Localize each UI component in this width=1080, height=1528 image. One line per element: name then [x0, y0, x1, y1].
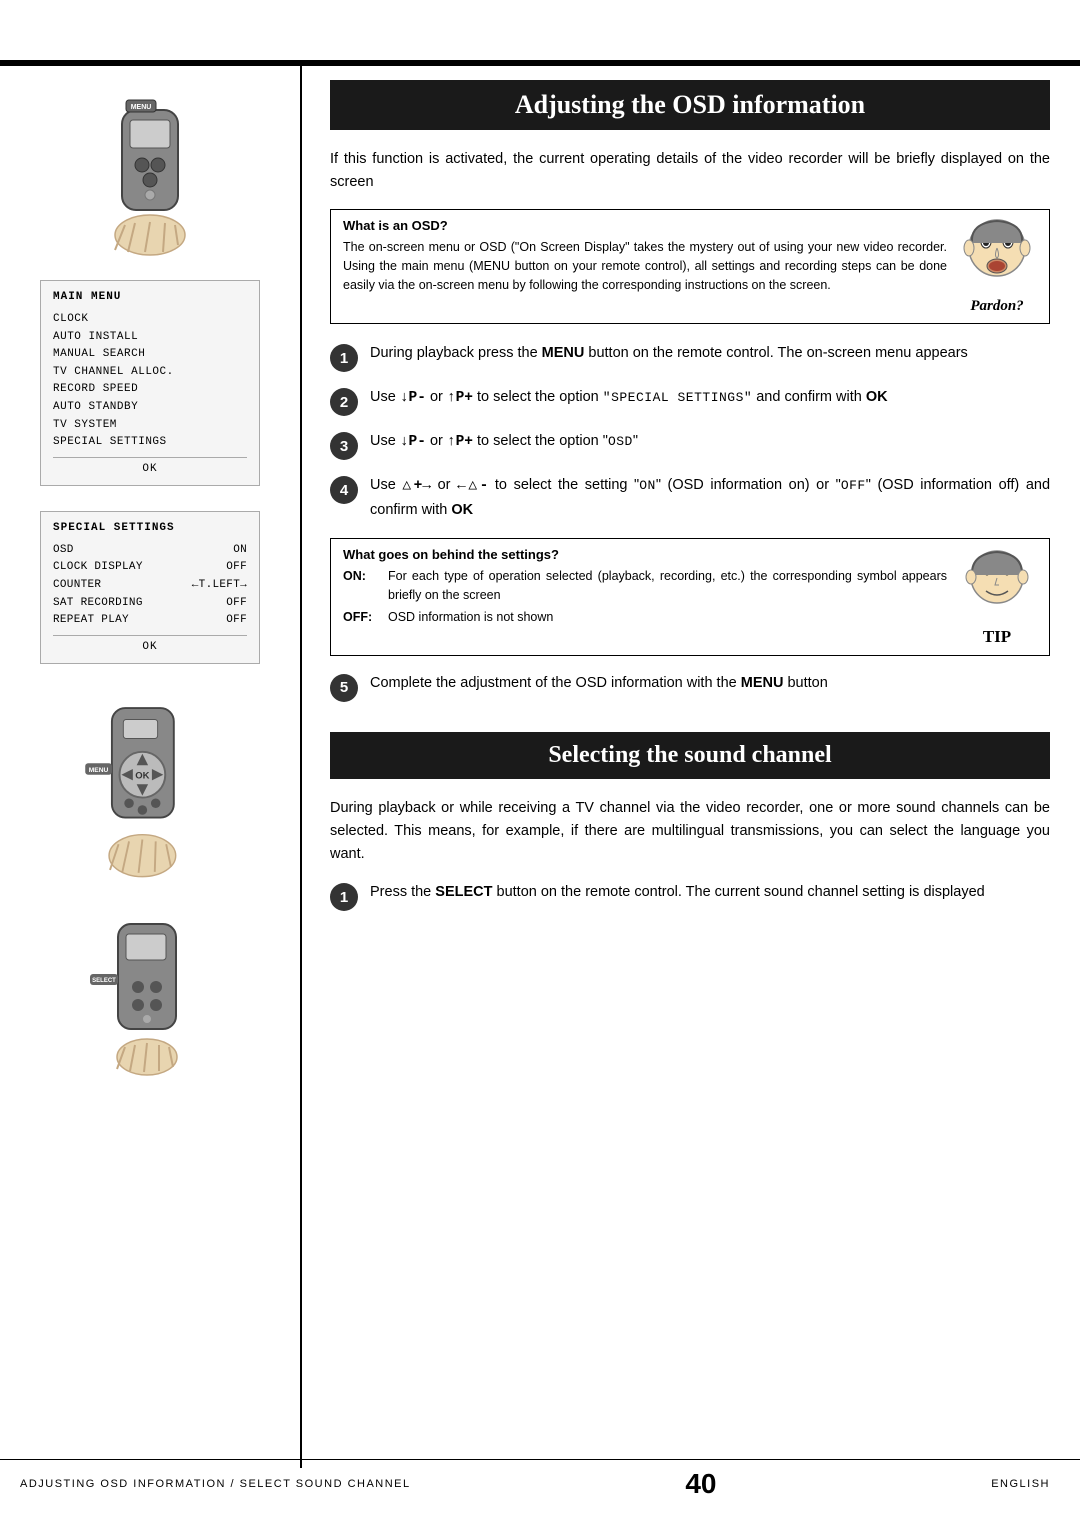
tip-off-text: OSD information is not shown [388, 608, 947, 627]
step-number-4: 4 [330, 476, 358, 504]
off-mono: OFF [841, 478, 866, 493]
setting-label-osd: OSD [53, 542, 74, 560]
step-number-1: 1 [330, 344, 358, 372]
setting-label-counter: COUNTER [53, 577, 101, 595]
remote-menu-illustration: MENU MENU [15, 80, 285, 260]
osd-info-title: What is an OSD? [343, 218, 947, 233]
pardon-label: Pardon? [970, 298, 1023, 315]
step-5: 5 Complete the adjustment of the OSD inf… [330, 672, 1050, 702]
tip-content: What goes on behind the settings? ON: Fo… [343, 547, 947, 631]
step-2-text: Use ↓P- or ↑P+ to select the option "SPE… [370, 386, 888, 410]
osd-info-text: The on-screen menu or OSD ("On Screen Di… [343, 238, 947, 294]
footer-page-number: 40 [685, 1468, 716, 1500]
step-4: 4 Use △+→ or ←△- to select the setting "… [330, 474, 1050, 521]
menu-item-auto-standby: AUTO STANDBY [53, 399, 247, 417]
setting-value-counter: ←T.LEFT→ [192, 577, 247, 595]
svg-text:MENU: MENU [89, 767, 109, 774]
setting-value-sat: OFF [226, 595, 247, 613]
footer-left-text: Adjusting OSD information / Select Sound… [20, 1478, 411, 1490]
main-content: Adjusting the OSD information If this fu… [300, 60, 1080, 945]
step-2: 2 Use ↓P- or ↑P+ to select the option "S… [330, 386, 1050, 416]
tip-off-label: OFF: [343, 608, 378, 627]
page: MENU MENU MAIN MENU CLOCK [0, 0, 1080, 1528]
pardon-figure: Pardon? [957, 218, 1037, 315]
step-number-3: 3 [330, 432, 358, 460]
section1-title: Adjusting the OSD information [330, 80, 1050, 130]
step-1: 1 During playback press the MENU button … [330, 342, 1050, 372]
setting-row-counter: COUNTER ←T.LEFT→ [53, 577, 247, 595]
menu-ok-2: OK [53, 641, 247, 653]
arrow-p-down: ↓P- [400, 390, 426, 406]
menu-bold-1: MENU [542, 345, 585, 361]
menu-item-tv-channel: TV CHANNEL ALLOC. [53, 364, 247, 382]
step-3: 3 Use ↓P- or ↑P+ to select the option "O… [330, 430, 1050, 460]
tip-off-entry: OFF: OSD information is not shown [343, 608, 947, 627]
left-sidebar: MENU MENU MAIN MENU CLOCK [0, 60, 300, 1119]
tip-title: What goes on behind the settings? [343, 547, 947, 562]
tip-on-entry: ON: For each type of operation selected … [343, 567, 947, 605]
step-number-5: 5 [330, 674, 358, 702]
footer-right-text: English [991, 1478, 1050, 1490]
special-settings-mono: "SPECIAL SETTINGS" [603, 390, 752, 405]
tip-on-text: For each type of operation selected (pla… [388, 567, 947, 605]
menu-item-record-speed: RECORD SPEED [53, 381, 247, 399]
menu-item-special-settings: SPECIAL SETTINGS [53, 434, 247, 452]
setting-value-osd: ON [233, 542, 247, 560]
menu-item-manual-search: MANUAL SEARCH [53, 346, 247, 364]
ok-bold-1: OK [866, 389, 888, 405]
setting-row-osd: OSD ON [53, 542, 247, 560]
setting-label-clock: CLOCK DISPLAY [53, 559, 143, 577]
on-mono: ON [639, 478, 656, 493]
step-1-text: During playback press the MENU button on… [370, 342, 968, 365]
tip-figure: TIP [957, 547, 1037, 647]
menu-ok-1: OK [53, 463, 247, 475]
setting-row-clock: CLOCK DISPLAY OFF [53, 559, 247, 577]
select-bold: SELECT [435, 884, 492, 900]
arrow-p-up: ↑P+ [447, 390, 473, 406]
setting-label-sat: SAT RECORDING [53, 595, 143, 613]
osd-info-content: What is an OSD? The on-screen menu or OS… [343, 218, 947, 294]
step-5-text: Complete the adjustment of the OSD infor… [370, 672, 828, 695]
special-settings-box: SPECIAL SETTINGS OSD ON CLOCK DISPLAY OF… [40, 511, 260, 664]
footer: Adjusting OSD information / Select Sound… [0, 1459, 1080, 1508]
osd-mono: OSD [608, 434, 633, 449]
main-menu-box: MAIN MENU CLOCK AUTO INSTALL MANUAL SEAR… [40, 280, 260, 486]
menu-bold-2: MENU [741, 675, 784, 691]
menu-item-tv-system: TV SYSTEM [53, 417, 247, 435]
main-menu-title: MAIN MENU [53, 291, 247, 303]
remote-ok-illustration: OK MENU [15, 689, 285, 889]
step-number-2: 2 [330, 388, 358, 416]
ok-bold-2: OK [451, 502, 473, 518]
p-up-3: ↑P+ [447, 434, 473, 450]
tip-box: What goes on behind the settings? ON: Fo… [330, 538, 1050, 656]
section2-title: Selecting the sound channel [330, 732, 1050, 779]
section1-intro: If this function is activated, the curre… [330, 148, 1050, 194]
osd-info-box: What is an OSD? The on-screen menu or OS… [330, 209, 1050, 324]
menu-divider-2 [53, 635, 247, 636]
section2-intro: During playback or while receiving a TV … [330, 797, 1050, 867]
setting-row-sat: SAT RECORDING OFF [53, 595, 247, 613]
setting-label-repeat: REPEAT PLAY [53, 612, 129, 630]
step-4-text: Use △+→ or ←△- to select the setting "ON… [370, 474, 1050, 521]
remote-select-illustration: SELECT [15, 909, 285, 1079]
setting-row-repeat: REPEAT PLAY OFF [53, 612, 247, 630]
triangle-plus: △+→ [402, 478, 431, 494]
setting-value-repeat: OFF [226, 612, 247, 630]
p-down-3: ↓P- [400, 434, 426, 450]
svg-text:SELECT: SELECT [92, 978, 116, 984]
arrow-left-triangle: ←△- [457, 478, 488, 494]
tip-label-big: TIP [983, 627, 1011, 647]
menu-item-auto-install: AUTO INSTALL [53, 329, 247, 347]
special-settings-title: SPECIAL SETTINGS [53, 522, 247, 534]
setting-value-clock: OFF [226, 559, 247, 577]
section2-step-1: 1 Press the SELECT button on the remote … [330, 881, 1050, 911]
section2-step-number-1: 1 [330, 883, 358, 911]
svg-text:MENU: MENU [131, 104, 152, 111]
section2-step-1-text: Press the SELECT button on the remote co… [370, 881, 985, 904]
step-3-text: Use ↓P- or ↑P+ to select the option "OSD… [370, 430, 638, 454]
menu-divider [53, 457, 247, 458]
menu-item-clock: CLOCK [53, 311, 247, 329]
tip-on-label: ON: [343, 567, 378, 605]
svg-text:OK: OK [135, 770, 149, 781]
